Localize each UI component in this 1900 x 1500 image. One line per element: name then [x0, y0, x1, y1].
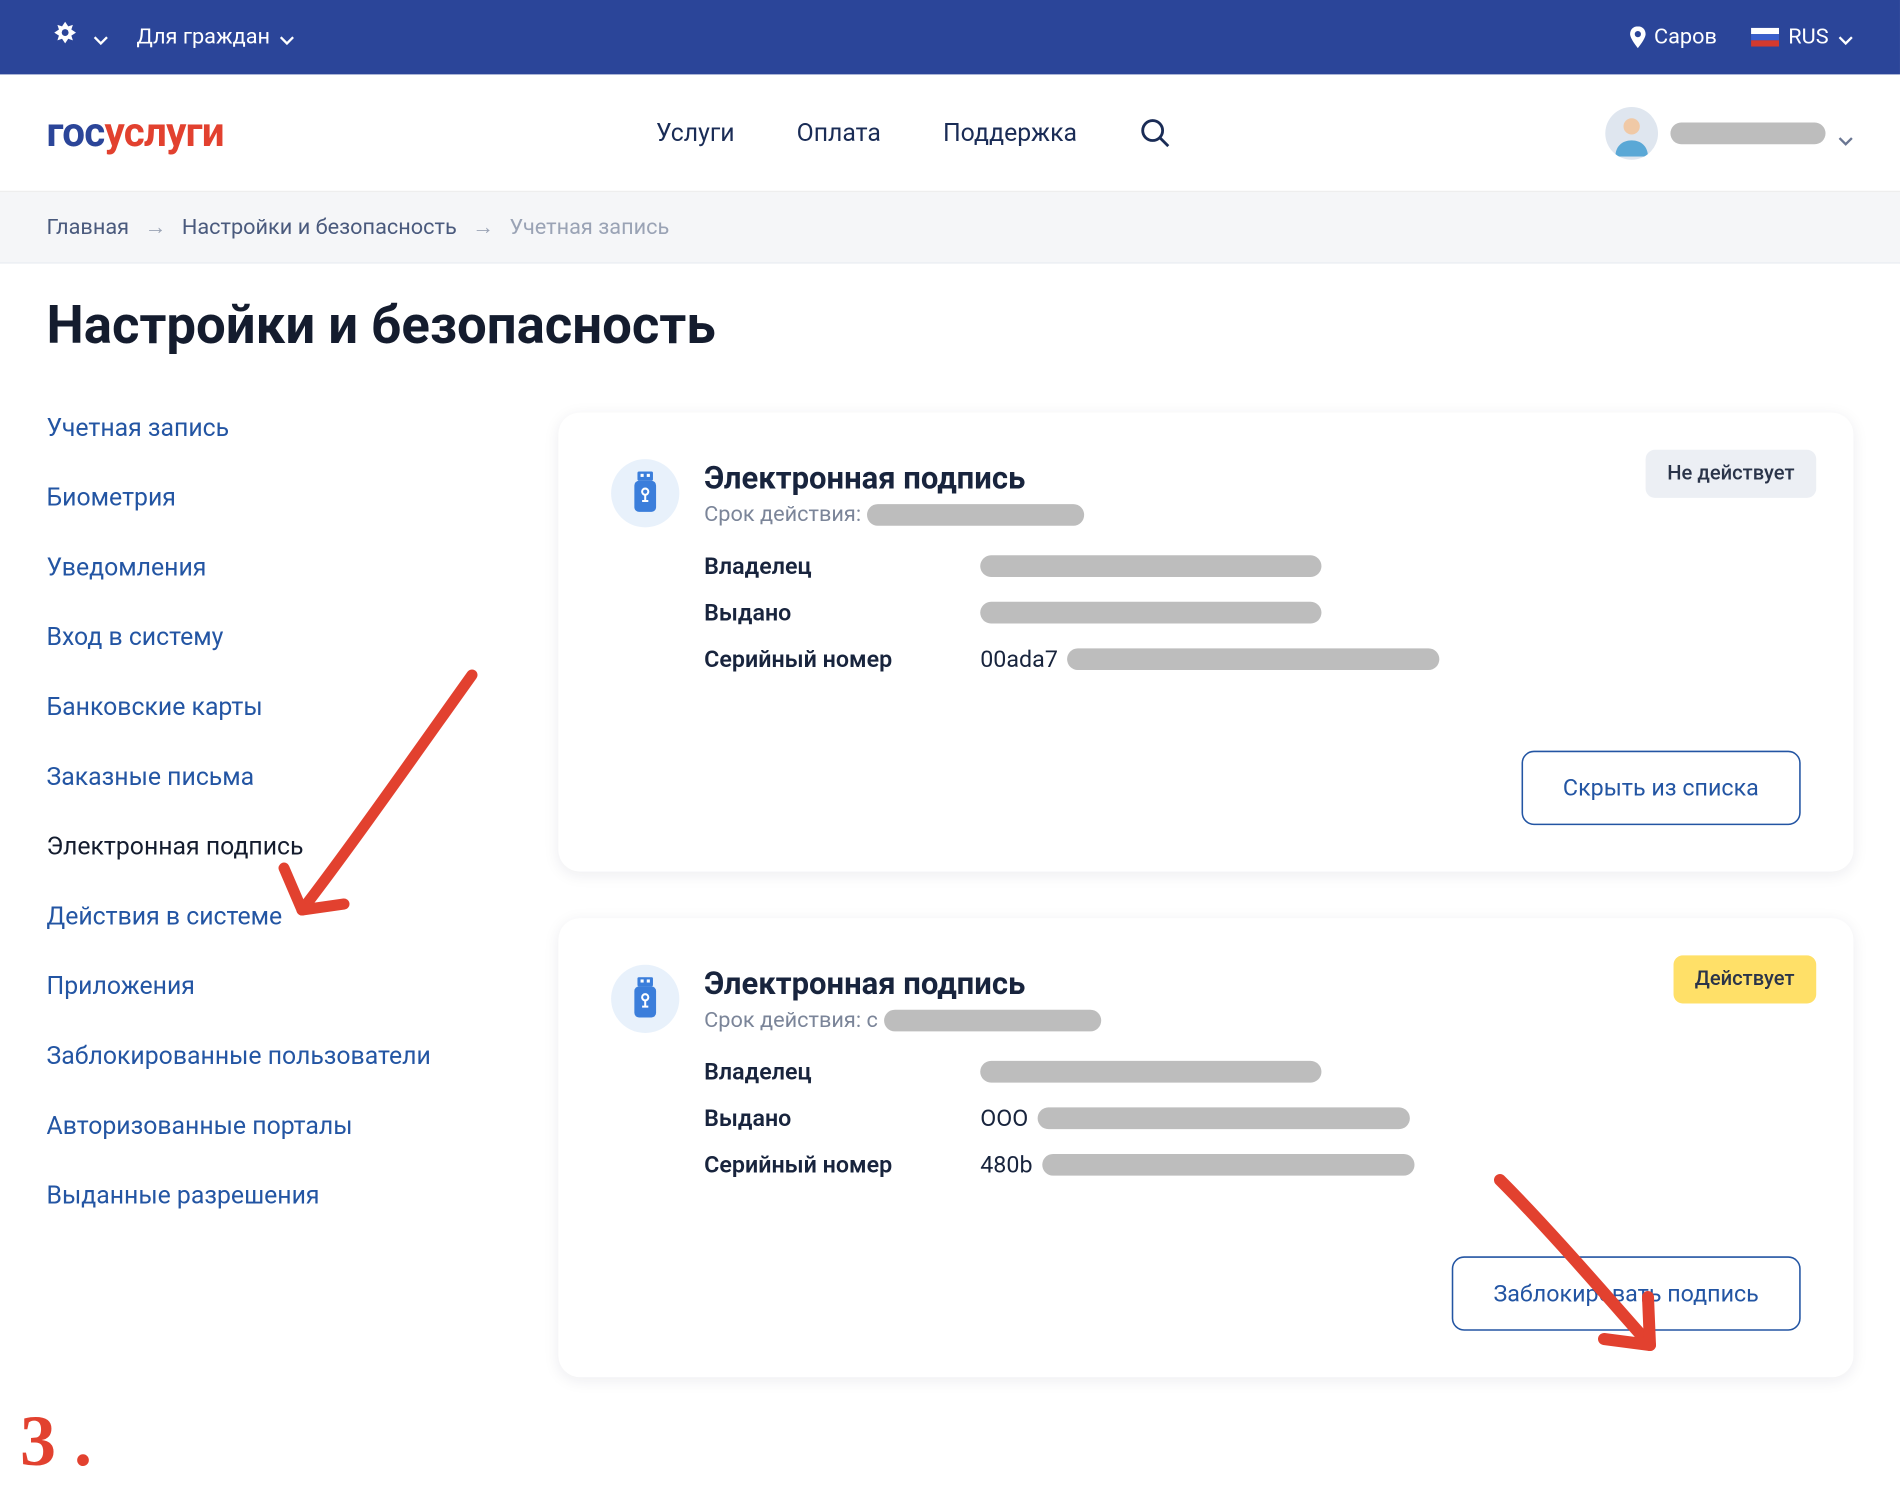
lang-label: RUS — [1788, 25, 1828, 50]
sidebar-item-6[interactable]: Электронная подпись — [47, 831, 497, 860]
row-value: 480b — [980, 1151, 1414, 1179]
signature-card: Электронная подпись Срок действия: Не дейс… — [558, 413, 1853, 872]
usb-token-icon — [611, 459, 679, 527]
detail-row: Серийный номер 480b — [704, 1151, 1801, 1179]
page-heading: Настройки и безопасность — [0, 264, 1900, 366]
row-label: Серийный номер — [704, 645, 968, 673]
chevron-down-icon — [1838, 125, 1854, 141]
card-title: Электронная подпись — [704, 459, 1084, 496]
sidebar-item-0[interactable]: Учетная запись — [47, 413, 497, 442]
breadcrumb: Главная → Настройки и безопасность → Уче… — [0, 192, 1900, 263]
usb-token-icon — [611, 965, 679, 1033]
nav-support[interactable]: Поддержка — [943, 118, 1077, 147]
chevron-down-icon — [279, 29, 295, 45]
avatar-icon — [1605, 106, 1658, 159]
row-label: Выдано — [704, 599, 968, 627]
main-content: Электронная подпись Срок действия: Не дейс… — [558, 413, 1853, 1378]
detail-row: Выдано — [704, 599, 1801, 627]
sidebar-item-5[interactable]: Заказные письма — [47, 762, 497, 791]
sidebar-item-11[interactable]: Выданные разрешения — [47, 1180, 497, 1209]
row-label: Серийный номер — [704, 1151, 968, 1179]
row-value — [980, 1061, 1321, 1083]
block-button[interactable]: Заблокировать подпись — [1452, 1256, 1801, 1330]
sidebar-item-7[interactable]: Действия в системе — [47, 901, 497, 930]
arrow-icon: → — [472, 214, 494, 240]
row-label: Владелец — [704, 552, 968, 580]
primary-nav: Услуги Оплата Поддержка — [656, 116, 1173, 150]
state-emblem-dropdown[interactable] — [47, 19, 109, 56]
sidebar-item-9[interactable]: Заблокированные пользователи — [47, 1041, 497, 1070]
header: госуслуги Услуги Оплата Поддержка — [0, 74, 1900, 192]
row-label: Выдано — [704, 1104, 968, 1132]
status-badge: Действует — [1673, 955, 1816, 1003]
nav-payment[interactable]: Оплата — [797, 118, 881, 147]
arrow-icon: → — [145, 214, 167, 240]
state-emblem-icon — [47, 19, 84, 56]
pin-icon — [1629, 26, 1648, 48]
crumb-current: Учетная запись — [510, 215, 670, 240]
sidebar-item-2[interactable]: Уведомления — [47, 552, 497, 581]
hide-button[interactable]: Скрыть из списка — [1521, 751, 1801, 825]
crumb-settings[interactable]: Настройки и безопасность — [182, 215, 457, 240]
detail-row: Владелец — [704, 1058, 1801, 1086]
username-redacted — [1670, 122, 1825, 144]
location-selector[interactable]: Саров — [1629, 25, 1717, 50]
audience-dropdown[interactable]: Для граждан — [136, 25, 294, 50]
sidebar-item-8[interactable]: Приложения — [47, 971, 497, 1000]
crumb-home[interactable]: Главная — [47, 215, 130, 240]
sidebar-item-3[interactable]: Вход в систему — [47, 622, 497, 651]
settings-sidebar: Учетная запись Биометрия Уведомления Вход в… — [47, 413, 497, 1210]
row-value: 00ada7 — [980, 645, 1439, 673]
detail-row: Серийный номер 00ada7 — [704, 645, 1801, 673]
city-label: Саров — [1654, 25, 1717, 50]
sidebar-item-10[interactable]: Авторизованные порталы — [47, 1111, 497, 1140]
status-badge: Не действует — [1646, 450, 1817, 498]
detail-row: Владелец — [704, 552, 1801, 580]
russia-flag-icon — [1751, 28, 1779, 47]
row-label: Владелец — [704, 1058, 968, 1086]
topbar: Для граждан Саров RUS — [0, 0, 1900, 74]
chevron-down-icon — [1838, 29, 1854, 45]
validity-line: Срок действия: с — [704, 1008, 1101, 1033]
user-menu[interactable] — [1605, 106, 1853, 159]
row-value — [980, 555, 1321, 577]
nav-services[interactable]: Услуги — [656, 118, 735, 147]
sidebar-item-4[interactable]: Банковские карты — [47, 692, 497, 721]
row-value: ООО — [980, 1104, 1410, 1132]
page-title: Настройки и безопасность — [47, 295, 1854, 357]
chevron-down-icon — [93, 29, 109, 45]
language-selector[interactable]: RUS — [1751, 25, 1853, 50]
validity-line: Срок действия: — [704, 503, 1084, 528]
site-logo[interactable]: госуслуги — [47, 109, 224, 157]
audience-label: Для граждан — [136, 25, 270, 50]
sidebar-item-1[interactable]: Биометрия — [47, 482, 497, 511]
card-title: Электронная подпись — [704, 965, 1101, 1002]
signature-card: Электронная подпись Срок действия: с Дейст… — [558, 918, 1853, 1377]
search-icon[interactable] — [1139, 116, 1173, 150]
row-value — [980, 602, 1321, 624]
detail-row: Выдано ООО — [704, 1104, 1801, 1132]
